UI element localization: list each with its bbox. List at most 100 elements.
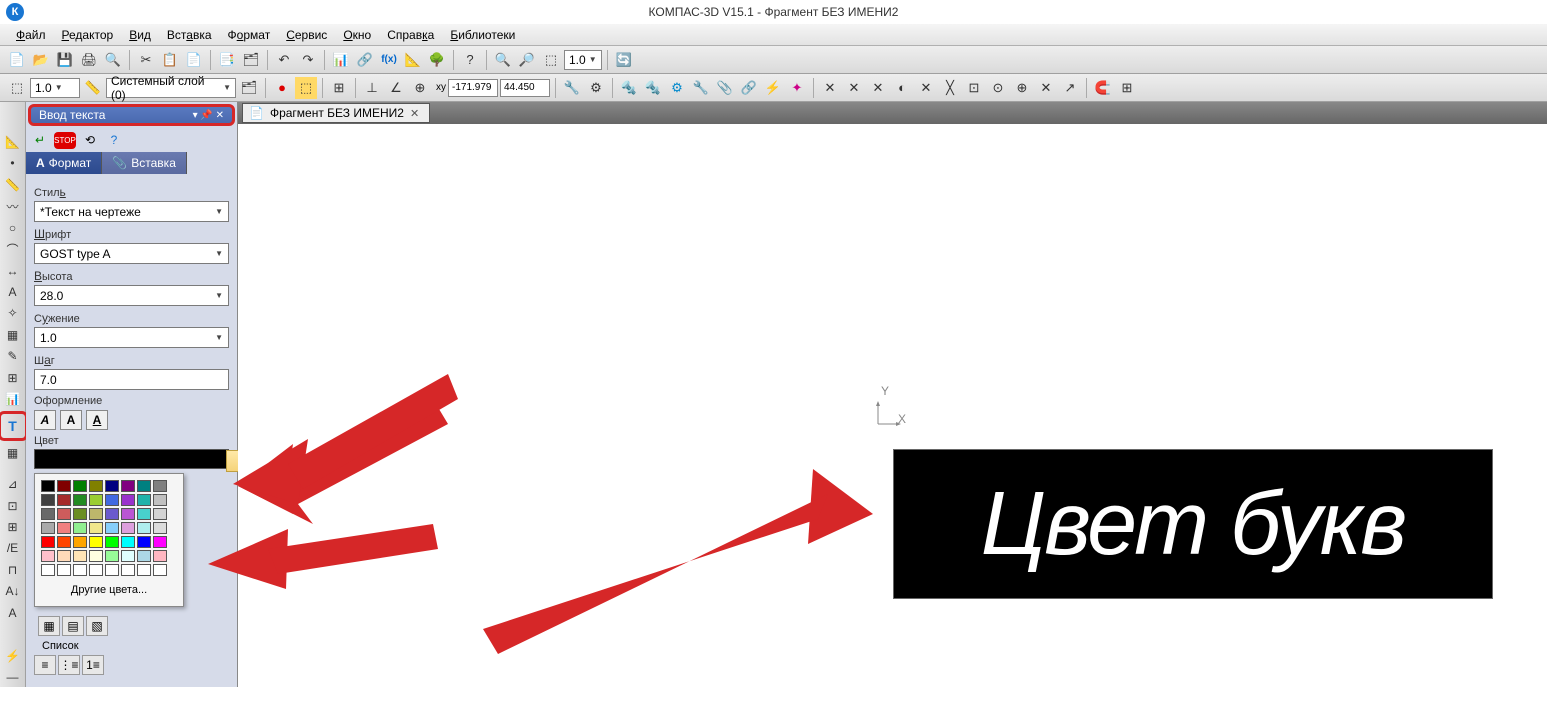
paste-icon[interactable]: 📄 — [183, 49, 205, 71]
color-swatch[interactable] — [89, 494, 103, 506]
tool-aux5-icon[interactable]: ⊓ — [3, 560, 23, 579]
italic-button[interactable]: A — [34, 410, 56, 430]
copy-icon[interactable]: 📋 — [159, 49, 181, 71]
magnet-icon[interactable]: 🧲 — [1092, 77, 1114, 99]
ortho-icon[interactable]: ⬚ — [295, 77, 317, 99]
auto-icon[interactable]: ⟲ — [80, 130, 100, 150]
color-swatch[interactable] — [153, 480, 167, 492]
vm3-icon[interactable]: ▧ — [86, 616, 108, 636]
tool-dim-icon[interactable]: ↔ — [3, 261, 23, 280]
list3-icon[interactable]: 1≡ — [82, 655, 104, 675]
color-swatch[interactable] — [57, 494, 71, 506]
color-swatch[interactable] — [73, 494, 87, 506]
color-swatch[interactable] — [137, 536, 151, 548]
coord-x[interactable]: -171.979 — [448, 79, 498, 97]
list1-icon[interactable]: ≡ — [34, 655, 56, 675]
color-swatch[interactable] — [73, 550, 87, 562]
coord-icon[interactable]: ⊕ — [409, 77, 431, 99]
sn9-icon[interactable]: ⊕ — [1011, 77, 1033, 99]
color-swatch[interactable] — [57, 522, 71, 534]
tool-lightning-icon[interactable]: ⚡ — [3, 646, 23, 665]
sn8-icon[interactable]: ⊙ — [987, 77, 1009, 99]
tool-aux4-icon[interactable]: /E — [3, 539, 23, 558]
height-combo[interactable]: 28.0▼ — [34, 285, 229, 306]
color-swatch[interactable] — [153, 550, 167, 562]
misc1-icon[interactable]: 🔧 — [561, 77, 583, 99]
menu-editor[interactable]: Редактор — [56, 26, 120, 44]
sn10-icon[interactable]: ✕ — [1035, 77, 1057, 99]
bold-button[interactable]: A — [60, 410, 82, 430]
tool-aux3-icon[interactable]: ⊞ — [3, 517, 23, 536]
zoom-window-icon[interactable]: ⬚ — [540, 49, 562, 71]
color-swatch[interactable] — [105, 536, 119, 548]
sn4-icon[interactable]: ◐ — [891, 77, 913, 99]
color-swatch[interactable] — [57, 508, 71, 520]
style-combo[interactable]: *Текст на чертеже▼ — [34, 201, 229, 222]
color-swatch[interactable] — [137, 550, 151, 562]
asm3-icon[interactable]: ⚙ — [666, 77, 688, 99]
menu-file[interactable]: Файл — [10, 26, 52, 44]
tool-hatch-icon[interactable]: ▦ — [3, 325, 23, 344]
menu-insert[interactable]: Вставка — [161, 26, 218, 44]
fx-icon[interactable]: f(x) — [378, 49, 400, 71]
vm1-icon[interactable]: ▦ — [38, 616, 60, 636]
print-icon[interactable]: 🖨 — [78, 49, 100, 71]
preview-icon[interactable]: 🔍 — [102, 49, 124, 71]
tool-measure-icon[interactable]: 📊 — [3, 390, 23, 409]
tool-table-icon[interactable]: ▦ — [3, 443, 23, 462]
drawing-canvas[interactable]: Y X Цвет букв — [238, 124, 1547, 687]
help-icon[interactable]: ? — [104, 130, 124, 150]
zoom-fit-icon[interactable]: 🔍 — [492, 49, 514, 71]
color-swatch[interactable] — [153, 494, 167, 506]
asm1-icon[interactable]: 🔩 — [618, 77, 640, 99]
color-swatch[interactable] — [41, 494, 55, 506]
tool-edit-icon[interactable]: ✎ — [3, 347, 23, 366]
sn5-icon[interactable]: ✕ — [915, 77, 937, 99]
asm6-icon[interactable]: 🔗 — [738, 77, 760, 99]
tool-text-icon[interactable]: Т — [3, 416, 23, 436]
props-icon[interactable]: 📑 — [216, 49, 238, 71]
color-swatch[interactable] — [41, 480, 55, 492]
tool-circle-icon[interactable]: ○ — [3, 218, 23, 237]
asm2-icon[interactable]: 🔩 — [642, 77, 664, 99]
color-swatch[interactable] — [89, 536, 103, 548]
sn6-icon[interactable]: ╳ — [939, 77, 961, 99]
layer-combo[interactable]: Системный слой (0)▼ — [106, 78, 236, 98]
tool-aux7-icon[interactable]: A — [3, 603, 23, 622]
new-icon[interactable]: 📄 — [6, 49, 28, 71]
layers-icon[interactable]: 🗂 — [240, 49, 262, 71]
asm5-icon[interactable]: 📎 — [714, 77, 736, 99]
underline-button[interactable]: A — [86, 410, 108, 430]
list2-icon[interactable]: ⋮≡ — [58, 655, 80, 675]
tool-point-icon[interactable]: • — [3, 153, 23, 172]
color-swatch[interactable] — [57, 480, 71, 492]
color-swatch[interactable] — [121, 564, 135, 576]
asm7-icon[interactable]: ⚡ — [762, 77, 784, 99]
sn2-icon[interactable]: ✕ — [843, 77, 865, 99]
snap-toggle-icon[interactable]: ● — [271, 77, 293, 99]
menu-view[interactable]: Вид — [123, 26, 157, 44]
color-swatch[interactable] — [89, 508, 103, 520]
document-tab[interactable]: 📄 Фрагмент БЕЗ ИМЕНИ2 ✕ — [242, 103, 430, 123]
var-icon[interactable]: 📐 — [402, 49, 424, 71]
color-swatch[interactable] — [137, 508, 151, 520]
color-swatch[interactable] — [57, 550, 71, 562]
color-swatch[interactable] — [137, 522, 151, 534]
color-swatch[interactable] — [121, 550, 135, 562]
font-combo[interactable]: GOST type A▼ — [34, 243, 229, 264]
color-swatch[interactable] — [89, 480, 103, 492]
redo-icon[interactable]: ↷ — [297, 49, 319, 71]
color-swatch[interactable] — [121, 522, 135, 534]
refresh-icon[interactable]: 🔄 — [613, 49, 635, 71]
color-swatch[interactable] — [137, 480, 151, 492]
tool-last-icon[interactable]: — — [3, 668, 23, 687]
tool-aux1-icon[interactable]: ⊿ — [3, 474, 23, 493]
color-swatch[interactable] — [73, 536, 87, 548]
zoom-combo[interactable]: 1.0▼ — [564, 50, 602, 70]
color-swatch[interactable] — [89, 522, 103, 534]
tool-curve-icon[interactable]: 〰 — [3, 196, 23, 215]
menu-format[interactable]: Формат — [222, 26, 277, 44]
color-swatch[interactable] — [73, 564, 87, 576]
color-swatch[interactable] — [73, 508, 87, 520]
tree-icon[interactable]: 🌳 — [426, 49, 448, 71]
